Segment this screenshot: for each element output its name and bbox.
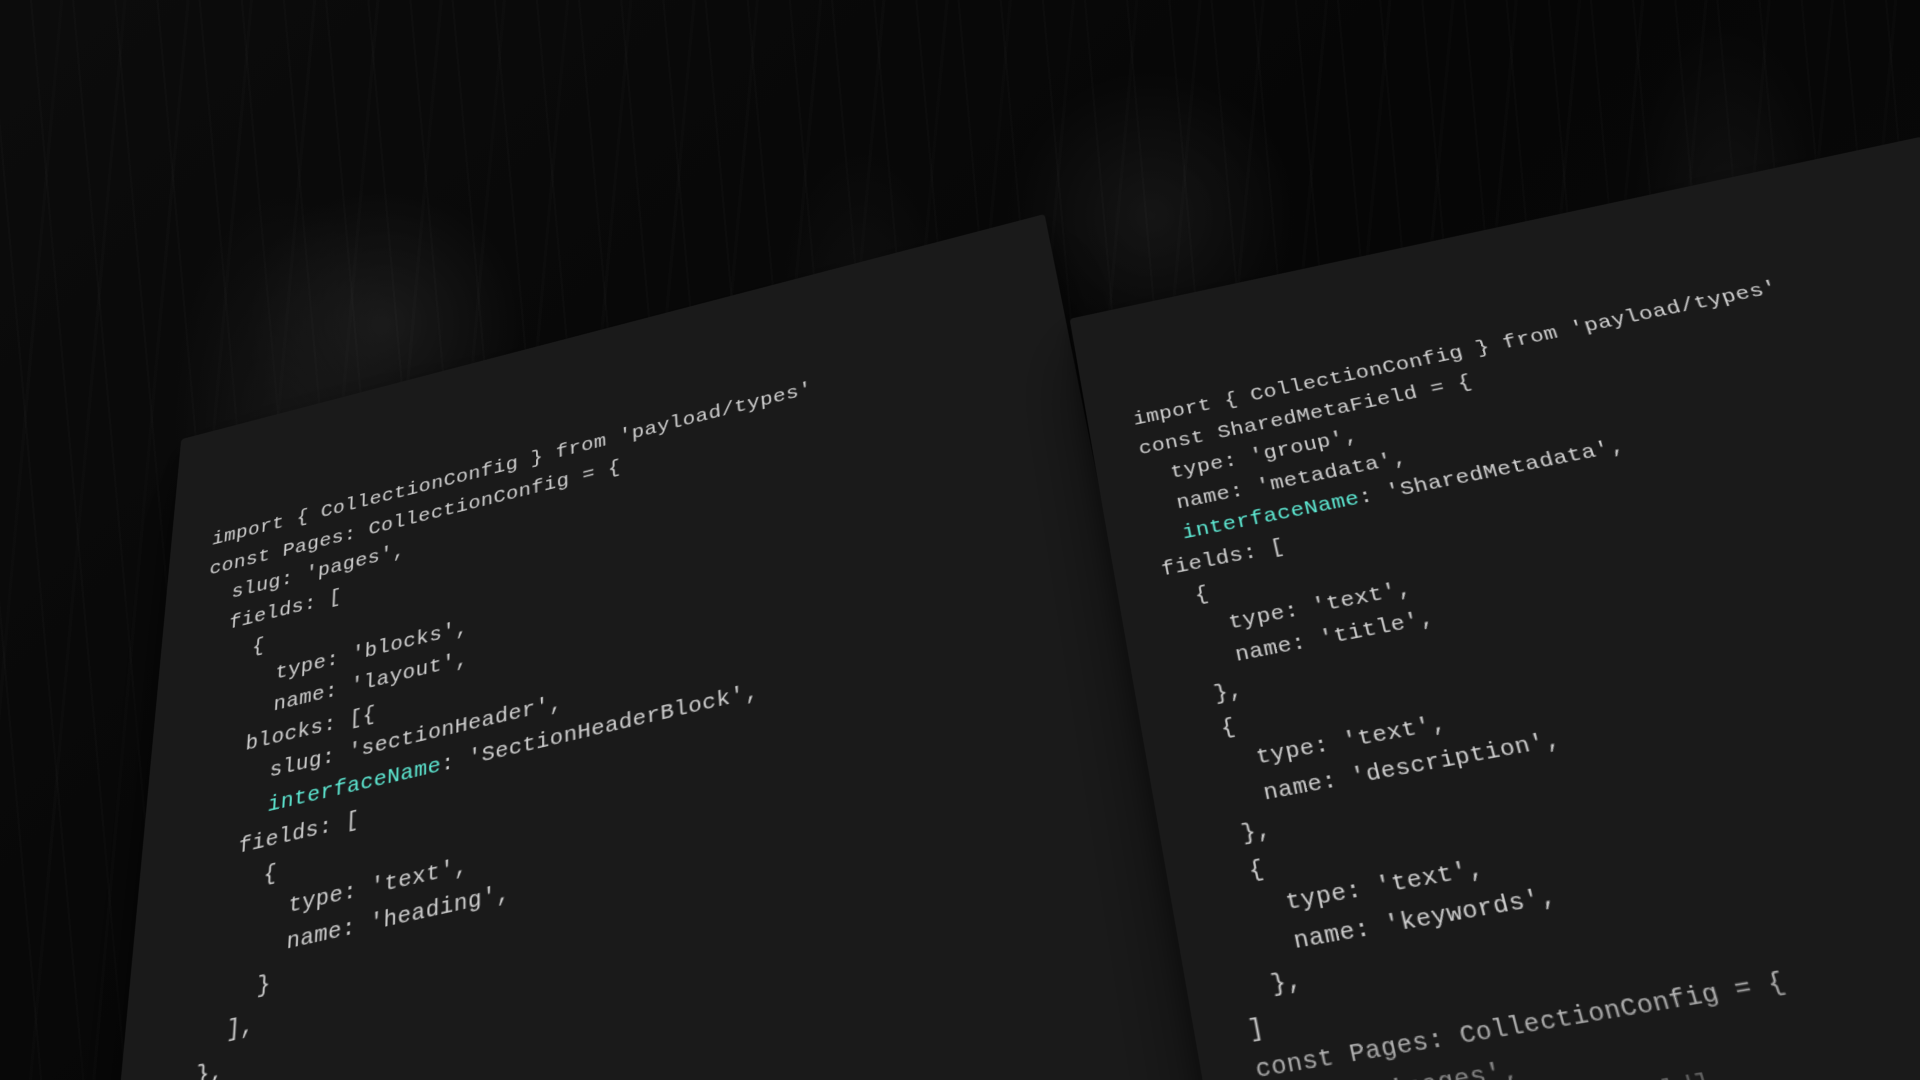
code-block-right: import { CollectionConfig } from 'payloa… (1131, 244, 1920, 1080)
code-card-left: import { CollectionConfig } from 'payloa… (88, 214, 1242, 1080)
code-block-left: import { CollectionConfig } from 'payloa… (152, 323, 1155, 1080)
scene-container: import { CollectionConfig } from 'payloa… (0, 0, 1920, 1080)
code-card-right: import { CollectionConfig } from 'payloa… (1070, 137, 1920, 1080)
